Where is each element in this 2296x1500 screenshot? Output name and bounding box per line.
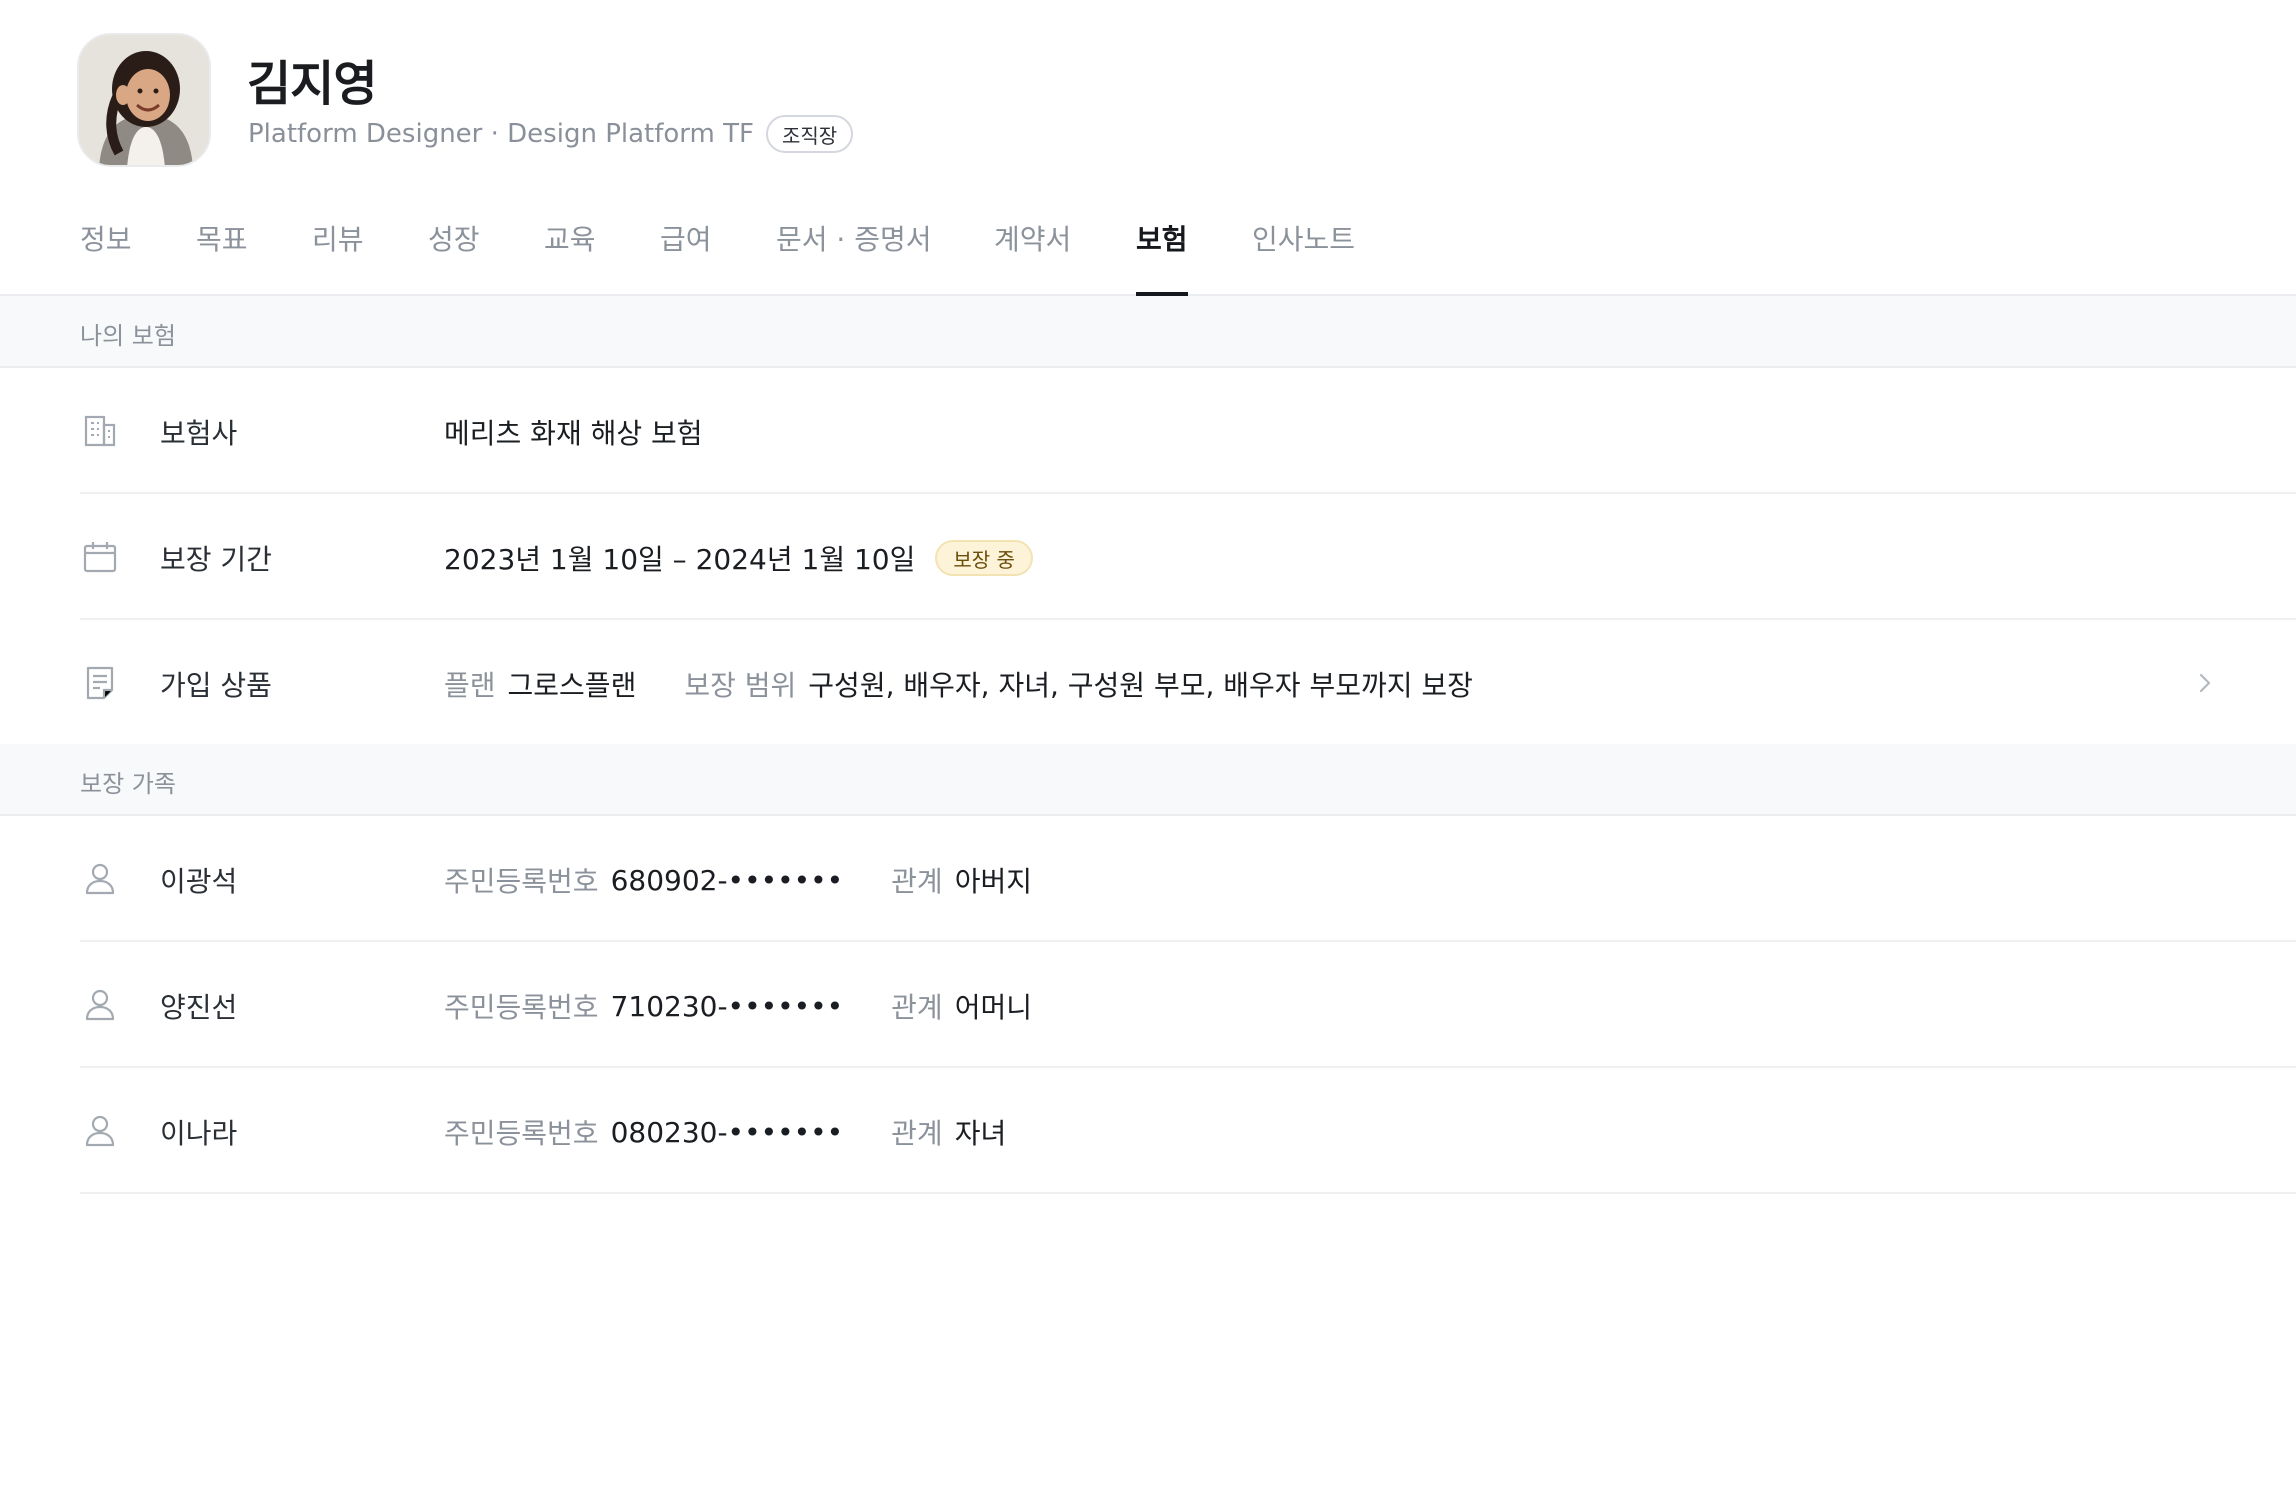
- tab-documents[interactable]: 문서 · 증명서: [776, 218, 932, 296]
- avatar: [77, 33, 211, 167]
- avatar-image: [79, 35, 209, 165]
- relation-label: 관계: [891, 1117, 943, 1150]
- insurer-row: 보험사 메리츠 화재 해상 보험: [80, 368, 2296, 494]
- coverage-period-value: 2023년 1월 10일 – 2024년 1월 10일 보장 중: [444, 538, 1033, 578]
- tab-review[interactable]: 리뷰: [312, 218, 364, 296]
- member-relation: 자녀: [954, 1117, 1007, 1150]
- profile-header: 김지영 Platform Designer · Design Platform …: [0, 0, 2296, 180]
- tab-bar: 정보 목표 리뷰 성장 교육 급여 문서 · 증명서 계약서 보험 인사노트: [0, 200, 2296, 296]
- person-icon: [85, 1115, 115, 1147]
- plan-label: 플랜: [444, 669, 496, 702]
- product-label: 가입 상품: [160, 669, 272, 702]
- member-details: 주민등록번호 710230-••••••• 관계 어머니: [444, 986, 1032, 1026]
- member-relation: 어머니: [954, 991, 1032, 1024]
- member-name: 양진선: [160, 991, 238, 1024]
- coverage-period-row: 보장 기간 2023년 1월 10일 – 2024년 1월 10일 보장 중: [80, 494, 2296, 620]
- status-badge: 보장 중: [935, 540, 1033, 576]
- person-icon: [85, 863, 115, 895]
- family-member-row: 이광석 주민등록번호 680902-••••••• 관계 아버지: [80, 816, 2296, 942]
- member-details: 주민등록번호 080230-••••••• 관계 자녀: [444, 1112, 1006, 1152]
- tab-info[interactable]: 정보: [80, 218, 132, 296]
- insurer-name: 메리츠 화재 해상 보험: [444, 417, 703, 450]
- product-row[interactable]: 가입 상품 플랜 그로스플랜 보장 범위 구성원, 배우자, 자녀, 구성원 부…: [80, 620, 2296, 746]
- tab-contracts[interactable]: 계약서: [994, 218, 1071, 296]
- insurer-value: 메리츠 화재 해상 보험: [444, 412, 703, 452]
- building-icon: [84, 415, 116, 447]
- coverage-dates: 2023년 1월 10일 – 2024년 1월 10일: [444, 543, 916, 576]
- member-details: 주민등록번호 680902-••••••• 관계 아버지: [444, 860, 1032, 900]
- member-name: 이나라: [160, 1117, 238, 1150]
- scope-value: 구성원, 배우자, 자녀, 구성원 부모, 배우자 부모까지 보장: [808, 669, 1473, 702]
- tab-insurance[interactable]: 보험: [1136, 218, 1188, 296]
- section-family: 보장 가족: [0, 744, 2296, 816]
- tab-goals[interactable]: 목표: [196, 218, 248, 296]
- section-title: 나의 보험: [80, 322, 176, 350]
- relation-label: 관계: [891, 865, 943, 898]
- scope-label: 보장 범위: [684, 669, 797, 702]
- section-title: 보장 가족: [80, 770, 176, 798]
- family-member-row: 양진선 주민등록번호 710230-••••••• 관계 어머니: [80, 942, 2296, 1068]
- id-label: 주민등록번호: [444, 1117, 599, 1150]
- plan-value: 그로스플랜: [507, 669, 637, 702]
- profile-subline: Platform Designer · Design Platform TF 조…: [248, 114, 854, 154]
- tab-hr-notes[interactable]: 인사노트: [1252, 218, 1355, 296]
- section-my-insurance: 나의 보험: [0, 296, 2296, 368]
- person-icon: [85, 989, 115, 1021]
- org-leader-badge: 조직장: [765, 115, 854, 153]
- document-icon: [86, 666, 114, 700]
- tab-growth[interactable]: 성장: [428, 218, 480, 296]
- member-id: 680902-•••••••: [610, 863, 844, 897]
- member-id: 710230-•••••••: [610, 989, 844, 1023]
- profile-role: Platform Designer · Design Platform TF: [248, 119, 754, 149]
- chevron-right-icon[interactable]: [2192, 670, 2218, 696]
- member-relation: 아버지: [954, 865, 1032, 898]
- family-member-row: 이나라 주민등록번호 080230-••••••• 관계 자녀: [80, 1068, 2296, 1194]
- id-label: 주민등록번호: [444, 991, 599, 1024]
- member-id: 080230-•••••••: [610, 1115, 844, 1149]
- id-label: 주민등록번호: [444, 865, 599, 898]
- tab-education[interactable]: 교육: [544, 218, 596, 296]
- tab-salary[interactable]: 급여: [660, 218, 712, 296]
- coverage-period-label: 보장 기간: [160, 543, 272, 576]
- insurer-label: 보험사: [160, 417, 238, 450]
- product-value: 플랜 그로스플랜 보장 범위 구성원, 배우자, 자녀, 구성원 부모, 배우자…: [444, 664, 1473, 704]
- member-name: 이광석: [160, 865, 238, 898]
- calendar-icon: [83, 542, 117, 573]
- profile-name: 김지영: [247, 56, 377, 112]
- relation-label: 관계: [891, 991, 943, 1024]
